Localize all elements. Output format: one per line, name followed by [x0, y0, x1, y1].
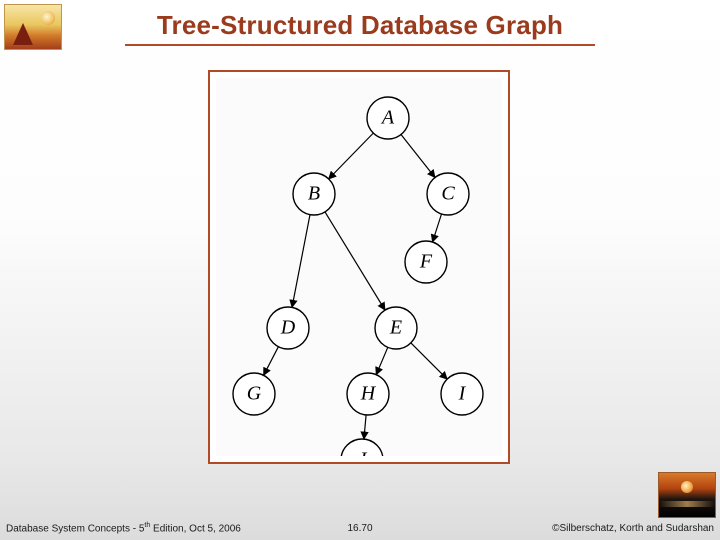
edge-D-G: [264, 347, 279, 376]
tree-graph-figure: A B C D E F G H I J: [216, 78, 502, 456]
node-label-E: E: [389, 317, 402, 339]
figure-frame: A B C D E F G H I J: [208, 70, 510, 464]
title-underline: [125, 44, 595, 46]
node-label-D: D: [280, 317, 296, 339]
edge-E-H: [376, 347, 388, 374]
footer: Database System Concepts - 5th Edition, …: [0, 516, 720, 534]
edge-B-E: [325, 212, 385, 310]
edge-E-I: [411, 343, 447, 379]
slide-title: Tree-Structured Database Graph: [0, 10, 720, 41]
tree-graph-svg: A B C D E F G H I J: [216, 78, 502, 456]
edge-A-B: [329, 133, 374, 179]
copyright: ©Silberschatz, Korth and Sudarshan: [552, 523, 714, 534]
node-label-H: H: [360, 383, 377, 405]
node-label-J: J: [358, 449, 368, 456]
node-label-I: I: [458, 383, 467, 405]
node-label-G: G: [247, 383, 262, 405]
sunset-logo: [658, 472, 716, 518]
node-label-A: A: [380, 107, 395, 129]
edge-C-F: [433, 214, 442, 242]
edge-B-D: [292, 215, 310, 308]
edge-A-C: [401, 135, 435, 178]
node-label-B: B: [308, 183, 320, 205]
edge-H-J: [364, 415, 366, 439]
node-label-F: F: [419, 251, 433, 273]
node-label-C: C: [441, 183, 455, 205]
